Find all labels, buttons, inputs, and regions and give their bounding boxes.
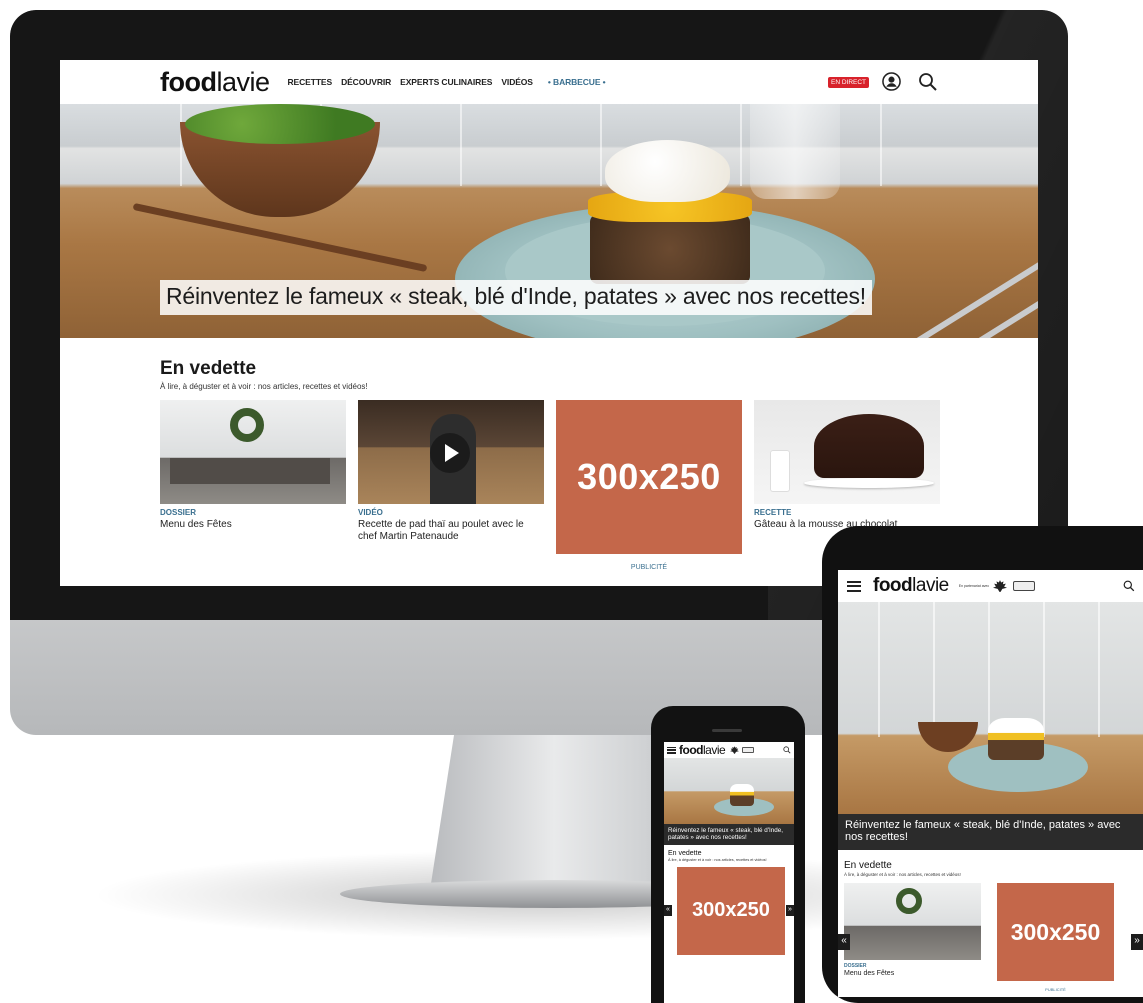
ad-placeholder[interactable]: 300x250 <box>677 866 785 955</box>
tablet-header: foodlavie En partenariat avec <box>838 570 1143 602</box>
ad-slot[interactable]: 300x250 PUBLICITÉ <box>997 883 1114 992</box>
featured-title: En vedette <box>844 860 892 871</box>
phone-hero-caption[interactable]: Réinventez le fameux « steak, blé d'Inde… <box>664 824 794 845</box>
featured-card[interactable]: DOSSIER Menu des Fêtes <box>160 400 346 571</box>
hero-wall-panel <box>180 104 182 186</box>
hero-glass <box>750 104 840 199</box>
featured-card[interactable]: VIDÉO Recette de pad thaï au poulet avec… <box>358 400 544 571</box>
hero-wall-panel <box>740 104 742 186</box>
card-thumbnail[interactable] <box>754 400 940 504</box>
maple-leaf-icon <box>730 746 740 754</box>
nav-item-barbecue[interactable]: • BARBECUE • <box>548 77 606 87</box>
site-logo[interactable]: foodlavie <box>160 67 270 98</box>
phone-speaker <box>712 729 742 732</box>
carousel-next-button[interactable]: » <box>1131 934 1143 950</box>
phone-hero[interactable] <box>664 758 794 824</box>
search-icon[interactable] <box>1123 580 1135 592</box>
card-category[interactable]: DOSSIER <box>160 508 346 517</box>
tablet-featured: En vedette À lire, à déguster et à voir … <box>838 850 1143 992</box>
catelli-logo-icon <box>742 747 755 753</box>
nav-item-experts[interactable]: EXPERTS CULINAIRES <box>400 77 492 87</box>
card-title[interactable]: Recette de pad thaï au poulet avec le ch… <box>358 519 544 543</box>
milk-glass-image <box>770 450 790 492</box>
hero-fork <box>866 280 1038 338</box>
user-icon[interactable] <box>882 72 901 91</box>
card-thumbnail[interactable] <box>844 883 981 960</box>
ad-placeholder[interactable]: 300x250 <box>997 883 1114 981</box>
ad-slot[interactable]: 300x250 PUBLICITÉ <box>556 400 742 571</box>
hero-food <box>730 784 754 806</box>
nav-item-videos[interactable]: VIDÉOS <box>501 77 533 87</box>
search-icon[interactable] <box>783 746 791 754</box>
carousel-prev-button[interactable]: « <box>838 934 850 950</box>
featured-title: En vedette <box>668 850 702 857</box>
card-title[interactable]: Menu des Fêtes <box>160 519 346 531</box>
featured-cards: DOSSIER Menu des Fêtes 300x250 PUBLICITÉ <box>844 883 1143 992</box>
ad-caption: PUBLICITÉ <box>1045 987 1066 992</box>
hero-wall-panel <box>1043 602 1045 737</box>
tablet-device: foodlavie En partenariat avec Réinventez… <box>822 526 1143 1003</box>
wreath-image <box>230 408 264 442</box>
desktop-screen: foodlavie RECETTES DÉCOUVRIR EXPERTS CUL… <box>60 60 1038 586</box>
card-category[interactable]: DOSSIER <box>844 963 981 969</box>
tablet-hero-caption[interactable]: Réinventez le fameux « steak, blé d'Inde… <box>838 814 1143 850</box>
hero-meat-layer <box>590 214 750 284</box>
tablet-screen: foodlavie En partenariat avec Réinventez… <box>838 570 1143 997</box>
search-icon[interactable] <box>918 72 938 92</box>
partner-text: En partenariat avec <box>958 584 990 588</box>
live-badge[interactable]: EN DIRECT <box>828 77 870 88</box>
hero-wall-panel <box>460 104 462 186</box>
tablet-logo[interactable]: foodlavie <box>873 575 949 597</box>
card-category[interactable]: VIDÉO <box>358 508 544 517</box>
site-header: foodlavie RECETTES DÉCOUVRIR EXPERTS CUL… <box>60 60 1038 104</box>
hero-salad-bowl <box>918 722 978 752</box>
phone-device: foodlavie Réinventez le fameux « steak, … <box>651 706 805 1003</box>
featured-title: En vedette <box>160 358 257 379</box>
hero-caption[interactable]: Réinventez le fameux « steak, blé d'Inde… <box>160 280 872 315</box>
nav-item-decouvrir[interactable]: DÉCOUVRIR <box>341 77 391 87</box>
hero-wall-panel <box>988 602 990 737</box>
featured-subtitle: À lire, à déguster et à voir : nos artic… <box>844 872 961 877</box>
catelli-logo-icon <box>1013 581 1036 591</box>
hero-mash-layer <box>605 140 730 202</box>
cake-stand-image <box>804 478 934 488</box>
featured-subtitle: À lire, à déguster et à voir : nos artic… <box>668 858 767 862</box>
carousel-prev-button[interactable]: « <box>664 905 672 916</box>
hero-wall-panel <box>1098 602 1100 737</box>
phone-featured: En vedette À lire, à déguster et à voir … <box>664 845 794 955</box>
maple-leaf-icon <box>993 580 1008 592</box>
phone-header: foodlavie <box>664 742 794 758</box>
card-thumbnail[interactable] <box>358 400 544 504</box>
phone-logo[interactable]: foodlavie <box>679 743 726 757</box>
card-title[interactable]: Menu des Fêtes <box>844 970 981 977</box>
cake-image <box>814 414 924 478</box>
tablet-hero[interactable] <box>838 602 1143 814</box>
phone-screen: foodlavie Réinventez le fameux « steak, … <box>664 742 794 1003</box>
hero-wall-panel <box>933 602 935 737</box>
carousel-next-button[interactable]: » <box>786 905 794 916</box>
wreath-image <box>896 888 922 914</box>
hero-wall-panel <box>600 104 602 186</box>
featured-subtitle: À lire, à déguster et à voir : nos artic… <box>160 382 368 391</box>
hero-banner[interactable]: Réinventez le fameux « steak, blé d'Inde… <box>60 104 1038 338</box>
ad-caption: PUBLICITÉ <box>630 564 668 571</box>
hero-salad-greens <box>185 104 375 144</box>
hero-wall-panel <box>878 602 880 737</box>
hero-wall-panel <box>880 104 882 186</box>
main-nav: RECETTES DÉCOUVRIR EXPERTS CULINAIRES VI… <box>288 77 606 87</box>
play-icon[interactable] <box>430 433 470 473</box>
card-thumbnail[interactable] <box>160 400 346 504</box>
table-image <box>170 458 330 484</box>
card-category[interactable]: RECETTE <box>754 508 940 517</box>
ad-placeholder[interactable]: 300x250 <box>556 400 742 554</box>
nav-item-recettes[interactable]: RECETTES <box>288 77 333 87</box>
hero-food <box>988 718 1044 760</box>
featured-card[interactable]: DOSSIER Menu des Fêtes <box>844 883 981 992</box>
hamburger-menu-icon[interactable] <box>847 580 861 592</box>
hamburger-menu-icon[interactable] <box>667 746 676 754</box>
